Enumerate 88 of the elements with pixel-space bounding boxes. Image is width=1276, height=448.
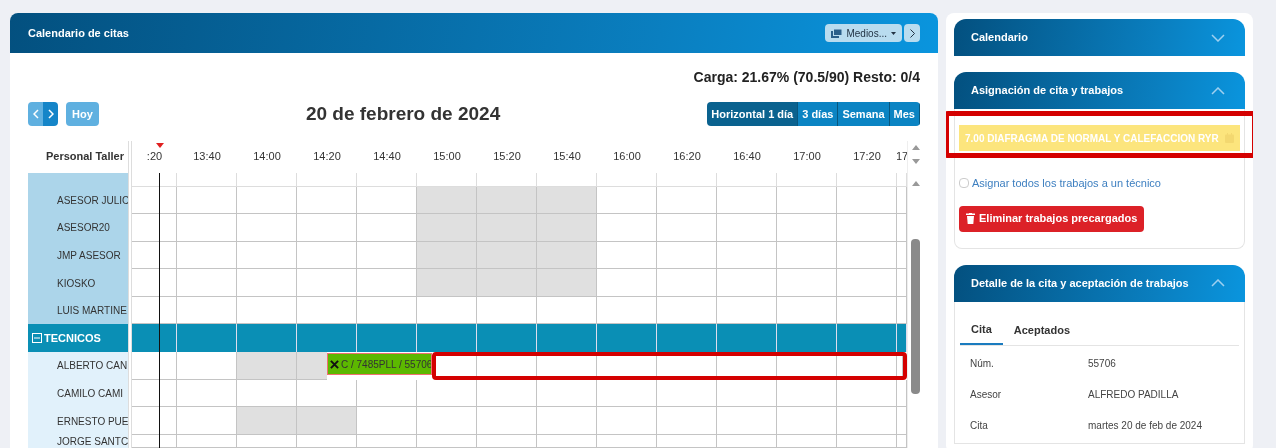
collapse-icon[interactable] <box>32 333 42 344</box>
delete-button[interactable]: Eliminar trabajos precargados <box>959 205 1145 232</box>
unavailable-slot[interactable] <box>297 352 327 380</box>
trash-icon <box>966 213 975 224</box>
time-slot-label: :20 <box>146 149 163 165</box>
resource-name: JORGE SANTC <box>57 434 129 448</box>
next-button[interactable] <box>904 24 920 42</box>
unavailable-slot[interactable] <box>237 407 297 435</box>
caret-icon <box>891 31 896 35</box>
group-row-header[interactable]: TECNICOS <box>28 324 128 353</box>
time-slot[interactable] <box>132 186 177 215</box>
load-summary: Carga: 21.67% (70.5/90) Resto: 0/4 <box>693 68 920 87</box>
resource-name: JMP ASESOR <box>57 249 121 263</box>
column-header: Personal Taller <box>45 149 124 165</box>
unavailable-slot[interactable] <box>537 214 597 242</box>
chevron-right-icon <box>47 109 54 120</box>
time-slot-label: 15:00 <box>433 149 461 165</box>
current-time-marker-icon <box>156 142 164 148</box>
unavailable-slot[interactable] <box>297 407 357 435</box>
field-value: 55706 <box>1088 356 1116 371</box>
view-tab[interactable]: Horizontal 1 día <box>707 102 799 127</box>
time-slot-label: 17:00 <box>793 149 821 165</box>
unavailable-slot[interactable] <box>417 186 477 215</box>
view-tab[interactable]: Mes <box>889 102 920 127</box>
next-button[interactable] <box>43 102 58 127</box>
unavailable-slot[interactable] <box>477 186 537 215</box>
time-slot[interactable] <box>132 379 177 408</box>
chevron-up-icon[interactable] <box>1211 279 1225 287</box>
scrollbar[interactable] <box>907 140 923 448</box>
images-icon <box>831 28 843 38</box>
chevron-right-icon <box>909 28 915 38</box>
section-header[interactable]: Detalle de la cita y aceptación de trabajos <box>954 264 1245 302</box>
time-slot[interactable] <box>132 269 177 297</box>
time-slot[interactable] <box>132 241 177 270</box>
field-label: Núm. <box>970 356 995 371</box>
scrollbar-thumb[interactable] <box>911 238 920 394</box>
section-header[interactable]: Calendario <box>954 19 1245 56</box>
previous-button[interactable] <box>28 102 43 127</box>
resource-name: ASESOR20 <box>57 221 110 236</box>
field-label: Asesor <box>970 387 1003 402</box>
time-slot-label: 16:20 <box>673 149 701 165</box>
time-slot[interactable] <box>132 296 177 325</box>
time-slot-label: 15:20 <box>493 149 521 165</box>
resource-name: CAMILO CAMI <box>57 386 124 401</box>
unavailable-slot[interactable] <box>477 214 537 242</box>
appointment-event[interactable]: C / 7485PLL / 55706 <box>327 353 432 376</box>
media-dropdown[interactable]: Medios... <box>825 24 902 42</box>
resource-name: KIOSKO <box>57 276 96 291</box>
unavailable-slot[interactable] <box>537 241 597 270</box>
field-value: ALFREDO PADILLA <box>1088 387 1179 402</box>
resource-name: ALBERTO CAN <box>57 359 128 374</box>
chevron-up-icon[interactable] <box>1211 86 1225 95</box>
view-tab[interactable]: 3 días <box>798 102 839 127</box>
chevron-down-icon[interactable] <box>1211 33 1225 42</box>
time-slot-label: 16:00 <box>613 149 641 165</box>
unavailable-slot[interactable] <box>237 352 297 380</box>
tab[interactable]: Cita <box>960 315 1003 345</box>
view-tab[interactable]: Semana <box>838 102 890 127</box>
time-slot-label: 17 <box>897 149 907 165</box>
field-value: martes 20 de feb de 2024 <box>1088 418 1202 433</box>
time-slot-label: 14:40 <box>373 149 401 165</box>
time-slot[interactable] <box>132 352 177 380</box>
resource-name: ASESOR JULIC <box>57 193 130 208</box>
time-slot[interactable] <box>132 407 177 435</box>
resource-name: LUIS MARTINE <box>57 304 127 319</box>
tab[interactable]: Aceptados <box>1002 315 1082 345</box>
resource-name: ERNESTO PUE <box>57 414 129 429</box>
time-slot-label: 13:40 <box>193 149 221 165</box>
unavailable-slot[interactable] <box>417 241 477 270</box>
checkbox[interactable] <box>959 178 969 189</box>
time-slot[interactable] <box>132 214 177 242</box>
section-header[interactable]: Asignación de cita y trabajos <box>954 72 1245 109</box>
scroll-arrows-icon[interactable] <box>912 144 920 165</box>
tools-icon <box>330 359 339 369</box>
unavailable-slot[interactable] <box>537 186 597 215</box>
field-label: Cita <box>970 418 989 433</box>
time-slot-label: 16:40 <box>733 149 761 165</box>
unavailable-slot[interactable] <box>477 241 537 270</box>
chevron-left-icon <box>32 109 39 120</box>
time-slot-label: 15:40 <box>553 149 581 165</box>
checkbox-label[interactable]: Asignar todos los trabajos a un técnico <box>972 175 1161 192</box>
date-title: 20 de febrero de 2024 <box>305 102 501 126</box>
time-slot-label: 14:20 <box>313 149 341 165</box>
time-slot-label: 17:20 <box>853 149 881 165</box>
unavailable-slot[interactable] <box>417 214 477 242</box>
time-slot-label: 14:00 <box>253 149 281 165</box>
scroll-up-icon[interactable] <box>912 180 920 186</box>
panel-header: Calendario de citas Medios... <box>10 13 938 53</box>
